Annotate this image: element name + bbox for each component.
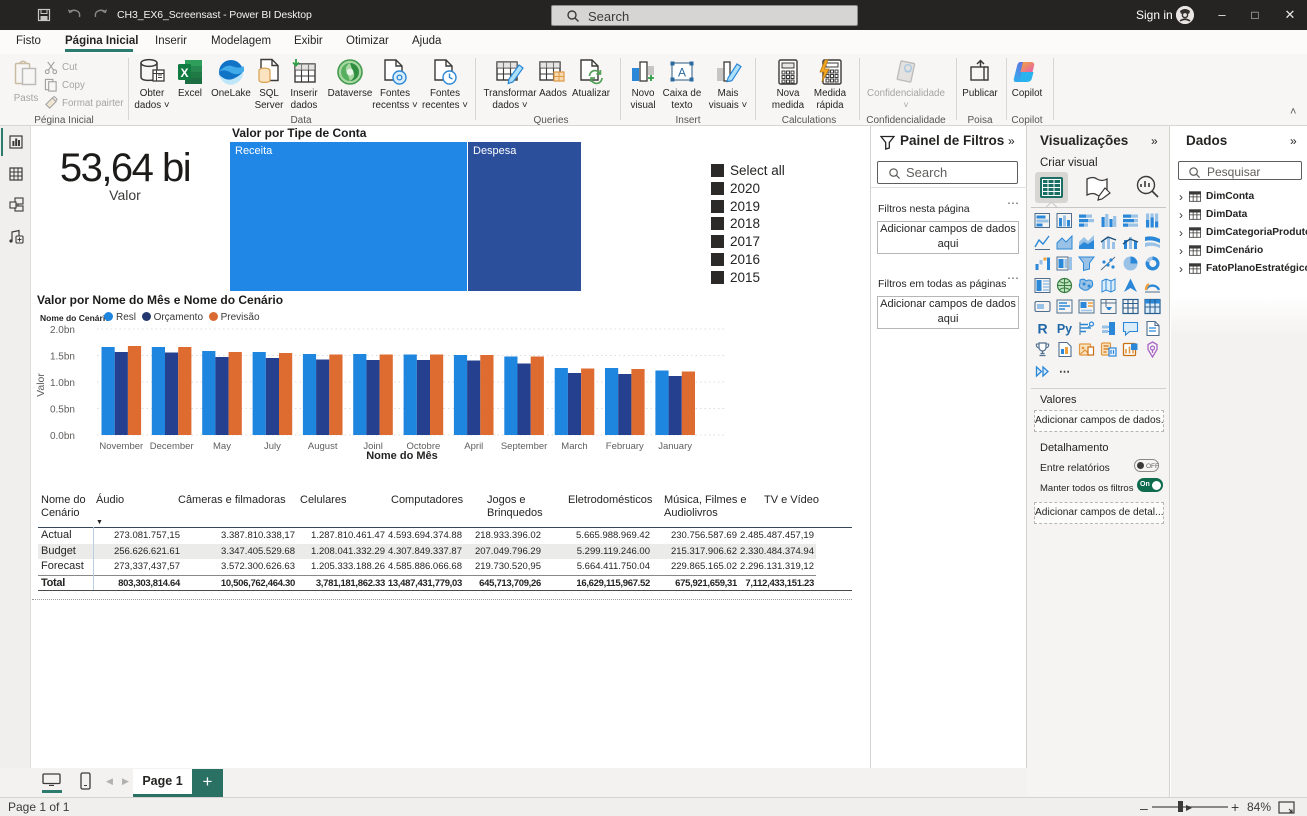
svg-text:1.5bn: 1.5bn (50, 352, 75, 363)
svg-text:January: January (658, 441, 692, 452)
svg-text:August: August (308, 441, 338, 452)
svg-text:Py: Py (1057, 322, 1072, 336)
svg-text:1.0bn: 1.0bn (50, 378, 75, 389)
svg-text:May: May (213, 441, 231, 452)
svg-text:March: March (561, 441, 587, 452)
svg-text:A: A (678, 66, 686, 80)
svg-text:February: February (606, 441, 644, 452)
svg-text:December: December (150, 441, 194, 452)
svg-text:July: July (264, 441, 281, 452)
svg-text:2.0bn: 2.0bn (50, 325, 75, 336)
svg-text:November: November (99, 441, 143, 452)
svg-text:Valor: Valor (35, 373, 47, 397)
svg-text:R: R (1038, 320, 1048, 336)
svg-text:April: April (464, 441, 483, 452)
svg-text:X: X (180, 66, 188, 80)
svg-text:September: September (501, 441, 547, 452)
svg-text:⋯: ⋯ (1059, 366, 1070, 378)
svg-text:0.0bn: 0.0bn (50, 431, 75, 442)
svg-text:Nome do Mês: Nome do Mês (366, 450, 438, 462)
svg-text:0.5bn: 0.5bn (50, 405, 75, 416)
